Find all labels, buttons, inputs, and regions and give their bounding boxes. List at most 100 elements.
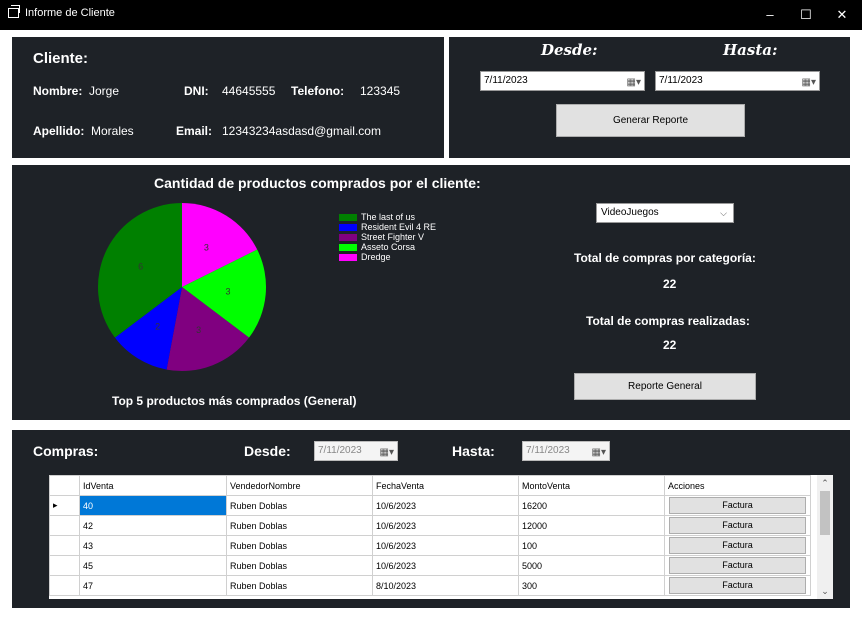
vertical-scrollbar[interactable]: ⌃ ⌄ — [817, 475, 833, 599]
cell-idventa[interactable]: 47 — [79, 575, 227, 596]
title-bar: Informe de Cliente – ☐ ✕ — [0, 0, 862, 30]
cell-fecha[interactable]: 10/6/2023 — [372, 555, 519, 576]
ventas-grid: IdVenta VendedorNombre FechaVenta MontoV… — [49, 475, 833, 599]
cell-idventa[interactable]: 45 — [79, 555, 227, 576]
cell-monto[interactable]: 300 — [518, 575, 665, 596]
legend-item: Street Fighter V — [339, 232, 424, 242]
cell-vendedor[interactable]: Ruben Doblas — [226, 555, 373, 576]
compras-desde-value: 7/11/2023 — [318, 445, 362, 456]
compras-heading: Compras: — [33, 443, 99, 459]
legend-item: The last of us — [339, 212, 415, 222]
window-title: Informe de Cliente — [25, 7, 115, 19]
cell-fecha[interactable]: 10/6/2023 — [372, 515, 519, 536]
pie-slice-label: 6 — [138, 261, 143, 271]
cell-fecha[interactable]: 10/6/2023 — [372, 535, 519, 556]
cell-acciones: Factura — [664, 495, 811, 516]
compras-desde-label: Desde: — [244, 443, 291, 459]
legend-item: Resident Evil 4 RE — [339, 222, 436, 232]
desde-date-picker[interactable]: 7/11/2023 ▦▾ — [480, 71, 645, 91]
window-icon — [8, 5, 20, 18]
legend-item: Asseto Corsa — [339, 242, 415, 252]
desde-label: Desde: — [541, 41, 598, 59]
legend-label: The last of us — [361, 212, 416, 222]
row-selector[interactable]: ▸ — [49, 495, 80, 516]
column-header[interactable]: FechaVenta — [372, 475, 519, 496]
factura-button[interactable]: Factura — [669, 497, 806, 514]
cell-fecha[interactable]: 10/6/2023 — [372, 495, 519, 516]
row-selector[interactable] — [49, 555, 80, 576]
reporte-general-button[interactable]: Reporte General — [574, 373, 756, 400]
compras-desde-picker[interactable]: 7/11/2023 ▦▾ — [314, 441, 398, 461]
legend-label: Resident Evil 4 RE — [361, 222, 437, 232]
cell-monto[interactable]: 12000 — [518, 515, 665, 536]
column-header[interactable]: IdVenta — [79, 475, 227, 496]
table-row[interactable]: 43 Ruben Doblas 10/6/2023 100 Factura — [49, 535, 811, 556]
email-value: 12343234asdasd@gmail.com — [222, 124, 381, 138]
cell-vendedor[interactable]: Ruben Doblas — [226, 575, 373, 596]
factura-button[interactable]: Factura — [669, 577, 806, 594]
minimize-button[interactable]: – — [752, 0, 788, 30]
column-header[interactable]: VendedorNombre — [226, 475, 373, 496]
scroll-down-icon[interactable]: ⌄ — [817, 583, 833, 599]
generar-reporte-button[interactable]: Generar Reporte — [556, 104, 745, 137]
factura-button[interactable]: Factura — [669, 557, 806, 574]
pie-chart: 3 3 3 2 6 — [98, 203, 266, 371]
chart-panel: Cantidad de productos comprados por el c… — [12, 165, 850, 420]
table-header-row: IdVenta VendedorNombre FechaVenta MontoV… — [49, 475, 811, 496]
cell-fecha[interactable]: 8/10/2023 — [372, 575, 519, 596]
legend-item: Dredge — [339, 252, 391, 262]
calendar-icon[interactable]: ▦▾ — [592, 444, 606, 462]
cell-vendedor[interactable]: Ruben Doblas — [226, 495, 373, 516]
total-categoria-value: 22 — [663, 277, 677, 291]
table-row[interactable]: 42 Ruben Doblas 10/6/2023 12000 Factura — [49, 515, 811, 536]
row-selector[interactable] — [49, 575, 80, 596]
table-row[interactable]: 45 Ruben Doblas 10/6/2023 5000 Factura — [49, 555, 811, 576]
cell-monto[interactable]: 16200 — [518, 495, 665, 516]
legend-label: Street Fighter V — [361, 232, 425, 242]
chart-heading: Cantidad de productos comprados por el c… — [154, 175, 481, 191]
factura-button[interactable]: Factura — [669, 537, 806, 554]
hasta-date-value: 7/11/2023 — [659, 75, 703, 86]
categoria-select[interactable]: VideoJuegos ⌵ — [596, 203, 734, 223]
compras-hasta-picker[interactable]: 7/11/2023 ▦▾ — [522, 441, 610, 461]
compras-hasta-value: 7/11/2023 — [526, 445, 570, 456]
calendar-icon[interactable]: ▦▾ — [627, 74, 641, 92]
legend-label: Asseto Corsa — [361, 242, 416, 252]
cell-monto[interactable]: 5000 — [518, 555, 665, 576]
legend-swatch — [339, 244, 357, 252]
total-realizadas-value: 22 — [663, 338, 677, 352]
telefono-value: 123345 — [360, 84, 401, 98]
pie-slice-label: 3 — [196, 325, 201, 335]
hasta-date-picker[interactable]: 7/11/2023 ▦▾ — [655, 71, 820, 91]
categoria-selected: VideoJuegos — [601, 207, 659, 218]
scroll-up-icon[interactable]: ⌃ — [817, 475, 833, 491]
dni-value: 44645555 — [222, 84, 276, 98]
column-header[interactable]: MontoVenta — [518, 475, 665, 496]
cell-acciones: Factura — [664, 575, 811, 596]
calendar-icon[interactable]: ▦▾ — [380, 444, 394, 462]
cell-idventa[interactable]: 40 — [79, 495, 227, 516]
chart-footer: Top 5 productos más comprados (General) — [112, 394, 357, 408]
legend-swatch — [339, 224, 357, 232]
cell-acciones: Factura — [664, 555, 811, 576]
nombre-value: Jorge — [89, 84, 120, 98]
window-body: Cliente: Nombre: Jorge Apellido: Morales… — [0, 30, 862, 618]
calendar-icon[interactable]: ▦▾ — [802, 74, 816, 92]
close-button[interactable]: ✕ — [824, 0, 860, 30]
row-selector[interactable] — [49, 535, 80, 556]
pie-slice-label: 3 — [204, 243, 209, 253]
column-header[interactable]: Acciones — [664, 475, 811, 496]
row-selector[interactable] — [49, 515, 80, 536]
scrollbar-thumb[interactable] — [820, 491, 830, 535]
current-row-arrow-icon: ▸ — [53, 500, 58, 510]
cell-idventa[interactable]: 42 — [79, 515, 227, 536]
cell-monto[interactable]: 100 — [518, 535, 665, 556]
cell-idventa[interactable]: 43 — [79, 535, 227, 556]
cell-vendedor[interactable]: Ruben Doblas — [226, 515, 373, 536]
cell-vendedor[interactable]: Ruben Doblas — [226, 535, 373, 556]
maximize-button[interactable]: ☐ — [788, 0, 824, 30]
table-row[interactable]: ▸ 40 Ruben Doblas 10/6/2023 16200 Factur… — [49, 495, 811, 516]
table-row[interactable]: 47 Ruben Doblas 8/10/2023 300 Factura — [49, 575, 811, 596]
factura-button[interactable]: Factura — [669, 517, 806, 534]
cell-acciones: Factura — [664, 515, 811, 536]
